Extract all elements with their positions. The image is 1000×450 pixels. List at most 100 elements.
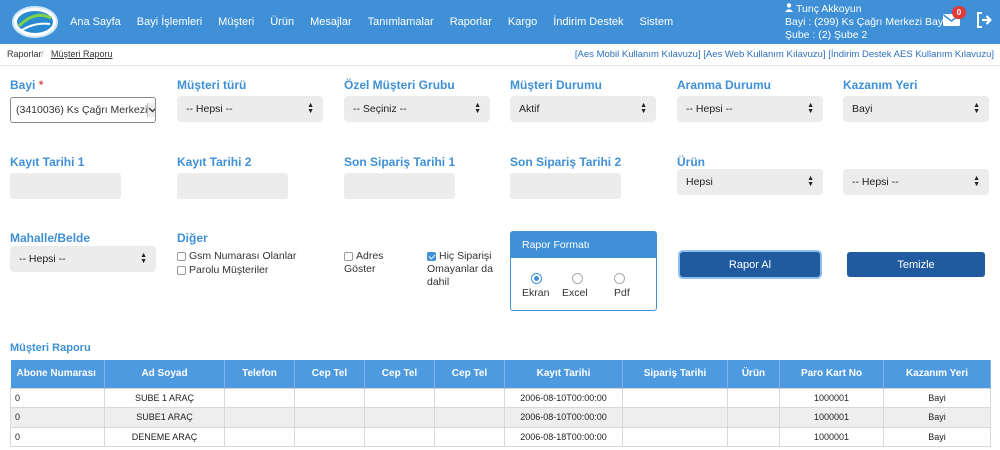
radio-ekran[interactable] xyxy=(531,273,542,284)
breadcrumb-raporlar[interactable]: Raporlar xyxy=(7,49,42,59)
kayit-tarihi-2-input[interactable] xyxy=(177,173,288,199)
table-cell: 2006-08-10T00:00:00 xyxy=(504,407,623,428)
urun-select[interactable]: Hepsi ▲ ▼ xyxy=(677,169,823,195)
table-cell: 2006-08-18T00:00:00 xyxy=(504,426,623,447)
breadcrumb-separator: / xyxy=(41,49,44,59)
radio-pdf[interactable] xyxy=(614,273,625,284)
logout-icon[interactable] xyxy=(976,11,993,29)
table-cell xyxy=(294,426,365,447)
son-siparis-1-label: Son Sipariş Tarihi 1 xyxy=(344,155,456,169)
column-header-cep-tel-3[interactable]: Cep Tel xyxy=(434,360,505,388)
temizle-button[interactable]: Temizle xyxy=(847,252,985,277)
column-header-kazanim-yeri[interactable]: Kazanım Yeri xyxy=(883,360,991,388)
column-header-telefon[interactable]: Telefon xyxy=(224,360,295,388)
column-header-urun[interactable]: Ürün xyxy=(727,360,780,388)
musteri-raporu-title: Müşteri Raporu xyxy=(10,342,91,354)
musteri-durumu-label: Müşteri Durumu xyxy=(510,78,603,92)
parolu-checkbox[interactable]: Parolu Müşteriler xyxy=(177,264,268,277)
guide-link-web[interactable]: [Aes Web Kullanım Kılavuzu] xyxy=(703,49,825,60)
nav-raporlar[interactable]: Raporlar xyxy=(442,16,500,28)
radio-excel-label: Excel xyxy=(562,287,588,299)
ozel-grup-label: Özel Müşteri Grubu xyxy=(344,78,455,92)
adres-goster-checkbox[interactable]: Adres Göster xyxy=(344,250,383,276)
guide-links: [Aes Mobil Kullanım Kılavuzu] [Aes Web K… xyxy=(575,49,994,60)
urun-alt-select[interactable]: -- Hepsi -- ▲ ▼ xyxy=(843,169,989,195)
table-cell: SUBE1 ARAÇ xyxy=(104,407,225,428)
user-info: Tunç Akkoyun Bayi : (299) Ks Çağrı Merke… xyxy=(785,3,945,42)
radio-ekran-label: Ekran xyxy=(522,287,550,299)
musteri-turu-label: Müşteri türü xyxy=(177,78,247,92)
table-cell xyxy=(224,426,295,447)
checkbox-icon xyxy=(344,252,353,261)
table-cell: DENEME ARAÇ xyxy=(104,426,225,447)
select-arrows-icon: ▲ ▼ xyxy=(807,102,814,115)
aranma-durumu-label: Aranma Durumu xyxy=(677,78,772,92)
nav-mesajlar[interactable]: Mesajlar xyxy=(302,16,360,28)
table-cell: SUBE 1 ARAÇ xyxy=(104,387,225,408)
nav-bayi-islemleri[interactable]: Bayi İşlemleri xyxy=(129,16,210,28)
guide-link-indirim[interactable]: [İndirim Destek AES Kullanım Kılavuzu] xyxy=(828,49,994,60)
column-header-ad-soyad[interactable]: Ad Soyad xyxy=(104,360,225,388)
checkbox-icon xyxy=(177,252,186,261)
son-siparis-2-input[interactable] xyxy=(510,173,621,199)
breadcrumb-musteri-raporu[interactable]: Müşteri Raporu xyxy=(51,49,113,59)
urun-label: Ürün xyxy=(677,155,705,169)
table-cell: 1000001 xyxy=(779,426,884,447)
table-row[interactable]: 0 SUBE1 ARAÇ 2006-08-10T00:00:00 1000001… xyxy=(10,407,991,428)
table-cell xyxy=(364,407,435,428)
musteri-durumu-select[interactable]: Aktif ▲ ▼ xyxy=(510,96,656,122)
table-row[interactable]: 0 DENEME ARAÇ 2006-08-18T00:00:00 100000… xyxy=(10,426,991,447)
select-arrows-icon: ▲ ▼ xyxy=(474,102,481,115)
nav-urun[interactable]: Ürün xyxy=(262,16,302,28)
guide-link-mobil[interactable]: [Aes Mobil Kullanım Kılavuzu] xyxy=(575,49,701,60)
table-cell xyxy=(294,407,365,428)
nav-tanimlamalar[interactable]: Tanımlamalar xyxy=(360,16,442,28)
column-header-paro-kart-no[interactable]: Paro Kart No xyxy=(779,360,884,388)
rapor-formati-title: Rapor Formatı xyxy=(511,232,656,258)
son-siparis-2-label: Son Sipariş Tarihi 2 xyxy=(510,155,622,169)
rapor-al-button[interactable]: Rapor Al xyxy=(680,252,820,277)
column-header-abone[interactable]: Abone Numarası xyxy=(10,360,105,388)
nav-ana-sayfa[interactable]: Ana Sayfa xyxy=(62,16,129,28)
user-sube: Şube : (2) Şube 2 xyxy=(785,29,868,41)
breadcrumb: Raporlar / Müşteri Raporu [Aes Mobil Kul… xyxy=(0,44,1000,66)
app-logo[interactable] xyxy=(10,4,60,40)
table-cell: 0 xyxy=(10,426,105,447)
table-cell: 1000001 xyxy=(779,407,884,428)
table-row[interactable]: 0 SUBE 1 ARAÇ 2006-08-10T00:00:00 100000… xyxy=(10,387,991,408)
user-name[interactable]: Tunç Akkoyun xyxy=(796,3,862,16)
nav-kargo[interactable]: Kargo xyxy=(500,16,545,28)
hic-siparisi-checkbox[interactable]: Hiç Siparişi Omayanlar da dahil xyxy=(427,250,493,289)
column-header-cep-tel-2[interactable]: Cep Tel xyxy=(364,360,435,388)
chevron-down-icon xyxy=(147,103,155,117)
bayi-select[interactable]: (3410036) Ks Çağrı Merkezi xyxy=(10,97,156,123)
radio-excel[interactable] xyxy=(572,273,583,284)
table-cell xyxy=(727,407,780,428)
column-header-siparis-tarihi[interactable]: Sipariş Tarihi xyxy=(622,360,728,388)
mahalle-select[interactable]: -- Hepsi -- ▲ ▼ xyxy=(10,246,156,272)
son-siparis-1-input[interactable] xyxy=(344,173,455,199)
table-cell xyxy=(434,426,505,447)
mail-count-badge: 0 xyxy=(952,6,966,19)
table-cell: Bayi xyxy=(883,387,991,408)
table-cell xyxy=(224,407,295,428)
kayit-tarihi-1-label: Kayıt Tarihi 1 xyxy=(10,155,85,169)
nav-musteri[interactable]: Müşteri xyxy=(210,16,262,28)
table-cell xyxy=(622,407,728,428)
kazanim-yeri-select[interactable]: Bayi ▲ ▼ xyxy=(843,96,989,122)
gsm-checkbox[interactable]: Gsm Numarası Olanlar xyxy=(177,250,296,263)
ozel-grup-select[interactable]: -- Seçiniz -- ▲ ▼ xyxy=(344,96,490,122)
nav-indirim-destek[interactable]: İndirim Destek xyxy=(545,16,631,28)
aranma-durumu-select[interactable]: -- Hepsi -- ▲ ▼ xyxy=(677,96,823,122)
table-cell: 0 xyxy=(10,387,105,408)
radio-pdf-label: Pdf xyxy=(614,287,630,299)
kayit-tarihi-1-input[interactable] xyxy=(10,173,121,199)
mahalle-label: Mahalle/Belde xyxy=(10,231,91,245)
kazanim-yeri-label: Kazanım Yeri xyxy=(843,78,918,92)
main-menu: Ana Sayfa Bayi İşlemleri Müşteri Ürün Me… xyxy=(62,0,681,44)
nav-sistem[interactable]: Sistem xyxy=(632,16,682,28)
musteri-turu-select[interactable]: -- Hepsi -- ▲ ▼ xyxy=(177,96,323,122)
column-header-kayit-tarihi[interactable]: Kayıt Tarihi xyxy=(504,360,623,388)
select-arrows-icon: ▲ ▼ xyxy=(807,175,814,188)
column-header-cep-tel-1[interactable]: Cep Tel xyxy=(294,360,365,388)
